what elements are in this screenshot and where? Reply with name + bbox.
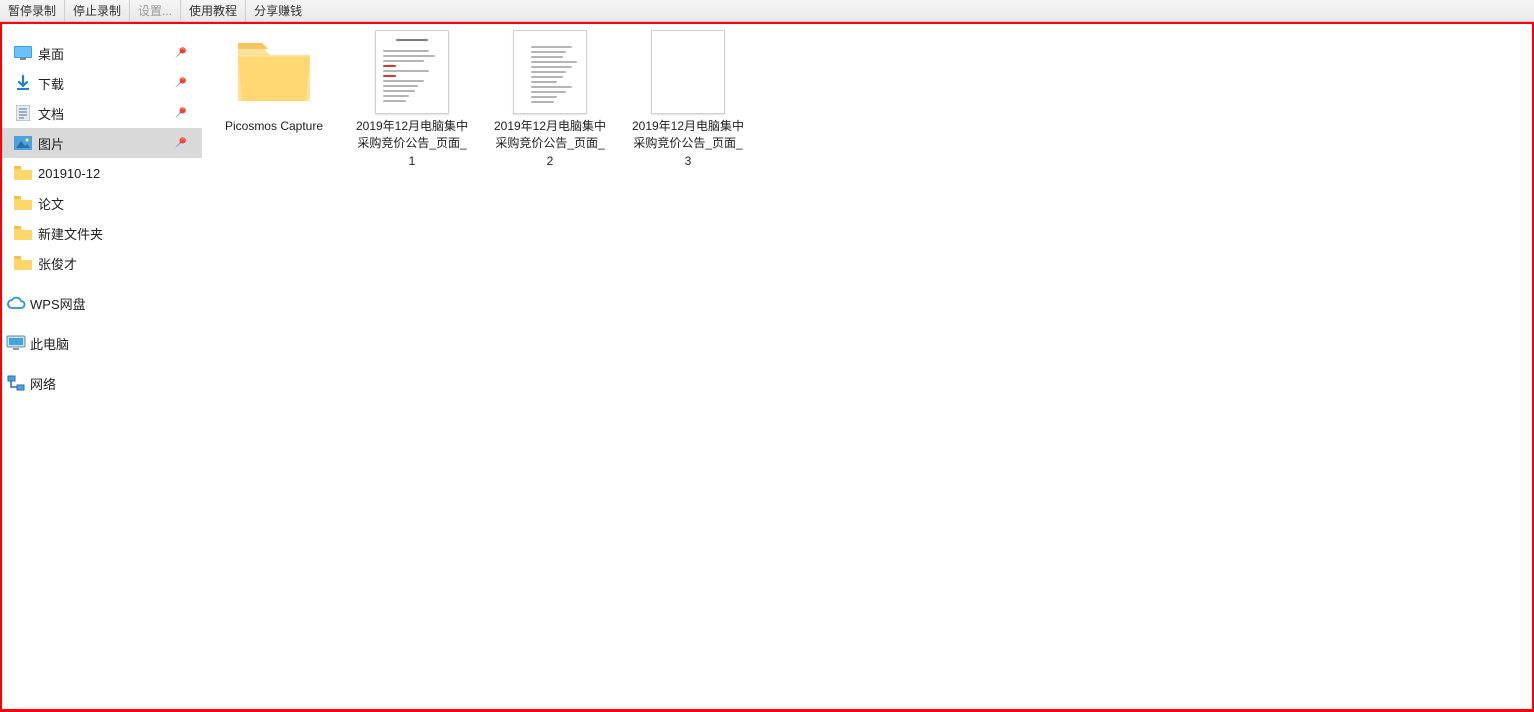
item-label: 2019年12月电脑集中采购竞价公告_页面_1 xyxy=(354,118,470,170)
page-thumbnail-icon xyxy=(370,30,454,114)
sidebar-item-documents[interactable]: 文档 📍 xyxy=(2,98,202,128)
cloud-icon xyxy=(6,293,26,313)
sidebar-item-pictures[interactable]: 图片 📍 xyxy=(2,128,202,158)
pin-icon: 📍 xyxy=(170,43,190,63)
item-label: 2019年12月电脑集中采购竞价公告_页面_2 xyxy=(492,118,608,170)
page-thumbnail-icon xyxy=(508,30,592,114)
sidebar-item-label: WPS网盘 xyxy=(30,294,86,313)
sidebar-item-network[interactable]: 网络 xyxy=(2,368,202,398)
sidebar-item-wps[interactable]: WPS网盘 xyxy=(2,288,202,318)
image-item[interactable]: 2019年12月电脑集中采购竞价公告_页面_2 xyxy=(490,30,610,170)
pin-icon: 📍 xyxy=(170,133,190,153)
stop-record-button[interactable]: 停止录制 xyxy=(65,0,130,21)
content-pane[interactable]: Picosmos Capture xyxy=(202,24,1532,709)
sidebar-item-this-pc[interactable]: 此电脑 xyxy=(2,328,202,358)
pictures-icon xyxy=(14,134,32,152)
item-label: 2019年12月电脑集中采购竞价公告_页面_3 xyxy=(630,118,746,170)
sidebar-item-label: 下载 xyxy=(38,74,64,93)
share-earn-button[interactable]: 分享赚钱 xyxy=(246,0,310,21)
navigation-pane: 桌面 📍 下载 📍 文档 📍 图片 xyxy=(2,24,202,709)
sidebar-item-label: 新建文件夹 xyxy=(38,224,103,243)
items-grid: Picosmos Capture xyxy=(214,30,1520,170)
sidebar-item-label: 201910-12 xyxy=(38,166,100,181)
pause-record-button[interactable]: 暂停录制 xyxy=(0,0,65,21)
settings-button[interactable]: 设置... xyxy=(130,0,181,21)
sidebar-item-folder-lunwen[interactable]: 论文 xyxy=(2,188,202,218)
recording-frame: 桌面 📍 下载 📍 文档 📍 图片 xyxy=(0,22,1534,712)
download-icon xyxy=(14,74,32,92)
item-label: Picosmos Capture xyxy=(225,118,323,135)
pin-icon: 📍 xyxy=(170,73,190,93)
image-item[interactable]: 2019年12月电脑集中采购竞价公告_页面_1 xyxy=(352,30,472,170)
folder-icon xyxy=(14,224,32,242)
recorder-toolbar: 暂停录制 停止录制 设置... 使用教程 分享赚钱 xyxy=(0,0,1534,22)
sidebar-item-downloads[interactable]: 下载 📍 xyxy=(2,68,202,98)
desktop-icon xyxy=(14,44,32,62)
sidebar-item-folder-new[interactable]: 新建文件夹 xyxy=(2,218,202,248)
image-item[interactable]: 2019年12月电脑集中采购竞价公告_页面_3 xyxy=(628,30,748,170)
tutorial-button[interactable]: 使用教程 xyxy=(181,0,246,21)
folder-icon xyxy=(14,164,32,182)
sidebar-item-label: 网络 xyxy=(30,374,56,393)
document-icon xyxy=(14,104,32,122)
sidebar-item-label: 文档 xyxy=(38,104,64,123)
pin-icon: 📍 xyxy=(170,103,190,123)
sidebar-item-label: 此电脑 xyxy=(30,334,69,353)
network-icon xyxy=(6,373,26,393)
sidebar-item-label: 张俊才 xyxy=(38,254,77,273)
sidebar-item-label: 桌面 xyxy=(38,44,64,63)
folder-icon xyxy=(14,194,32,212)
sidebar-item-folder-zhangjuncai[interactable]: 张俊才 xyxy=(2,248,202,278)
folder-icon xyxy=(14,254,32,272)
pc-icon xyxy=(6,333,26,353)
folder-item[interactable]: Picosmos Capture xyxy=(214,30,334,170)
sidebar-item-desktop[interactable]: 桌面 📍 xyxy=(2,38,202,68)
explorer-window: 桌面 📍 下载 📍 文档 📍 图片 xyxy=(2,24,1532,709)
sidebar-item-label: 图片 xyxy=(38,134,64,153)
sidebar-item-label: 论文 xyxy=(38,194,64,213)
sidebar-item-folder-201910-12[interactable]: 201910-12 xyxy=(2,158,202,188)
page-thumbnail-icon xyxy=(646,30,730,114)
folder-icon xyxy=(232,30,316,114)
